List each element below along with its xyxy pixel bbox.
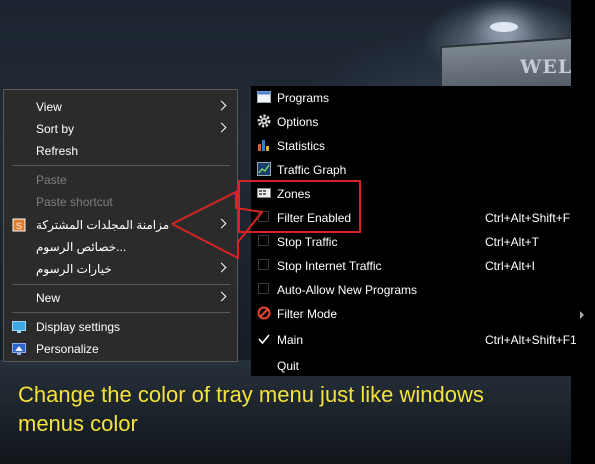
- tray-item-traffic-graph[interactable]: Traffic Graph: [251, 158, 590, 182]
- menu-item-refresh[interactable]: Refresh: [4, 140, 237, 162]
- tray-item-quit[interactable]: Quit: [251, 354, 590, 378]
- gear-icon: [257, 114, 271, 128]
- checkmark-icon: [257, 332, 271, 346]
- tray-item-statistics[interactable]: Statistics: [251, 134, 590, 158]
- prohibited-icon: [257, 306, 271, 320]
- tray-item-stop-internet-traffic[interactable]: Stop Internet Traffic Ctrl+Alt+I: [251, 254, 590, 278]
- menu-item-label: Sort by: [36, 122, 75, 136]
- menu-item-graphics-options[interactable]: خيارات الرسوم: [4, 258, 237, 280]
- submenu-arrow-icon: [580, 311, 584, 319]
- menu-item-paste: Paste: [4, 169, 237, 191]
- menu-item-label: خصائص الرسوم...: [36, 240, 127, 254]
- tray-item-label: Main: [277, 333, 304, 347]
- billboard-text: WEL: [520, 56, 573, 78]
- annotation-caption: Change the color of tray menu just like …: [18, 382, 484, 436]
- menu-item-new[interactable]: New: [4, 287, 237, 309]
- tray-item-label: Programs: [277, 91, 330, 105]
- menu-item-label: مزامنة المجلدات المشتركة: [36, 218, 170, 232]
- shortcut-text: Ctrl+Alt+Shift+F1: [485, 333, 577, 347]
- shortcut-text: Ctrl+Alt+T: [485, 235, 540, 249]
- shortcut-text: Ctrl+Alt+I: [485, 259, 536, 273]
- tray-item-label: Options: [277, 115, 319, 129]
- tray-item-label: Quit: [277, 359, 300, 373]
- menu-item-label: View: [36, 100, 62, 114]
- programs-window-icon: [257, 90, 271, 104]
- tray-item-label: Filter Mode: [277, 307, 338, 321]
- chevron-right-icon: [216, 122, 227, 133]
- tray-item-auto-allow[interactable]: Auto-Allow New Programs: [251, 278, 590, 302]
- menu-item-label: خيارات الرسوم: [36, 262, 112, 276]
- tray-item-label: Traffic Graph: [277, 163, 347, 177]
- menu-separator: [12, 284, 230, 285]
- menu-item-label: Display settings: [36, 320, 121, 334]
- menu-item-label: Paste shortcut: [36, 195, 113, 209]
- menu-separator: [12, 165, 230, 166]
- svg-text:S: S: [16, 221, 22, 231]
- bar-chart-icon: [257, 138, 271, 152]
- menu-item-view[interactable]: View: [4, 96, 237, 118]
- menu-separator: [12, 312, 230, 313]
- checkbox-unchecked[interactable]: [258, 259, 269, 270]
- menu-item-label: New: [36, 291, 61, 305]
- menu-item-graphics-properties[interactable]: خصائص الرسوم...: [4, 236, 237, 258]
- annotation-highlight-box: [238, 180, 361, 233]
- shortcut-text: Ctrl+Alt+Shift+F: [485, 211, 571, 225]
- checkbox-unchecked[interactable]: [258, 235, 269, 246]
- personalize-icon: [12, 342, 26, 356]
- tray-item-label: Statistics: [277, 139, 326, 153]
- menu-item-paste-shortcut: Paste shortcut: [4, 191, 237, 213]
- tray-item-programs[interactable]: Programs: [251, 86, 590, 110]
- tray-item-label: Stop Internet Traffic: [277, 259, 382, 273]
- sync-folder-icon: S: [12, 218, 26, 232]
- menu-item-label: Refresh: [36, 144, 79, 158]
- tray-item-label: Auto-Allow New Programs: [277, 283, 418, 297]
- menu-item-personalize[interactable]: Personalize: [4, 338, 237, 360]
- street-lamp: [490, 22, 518, 32]
- tray-item-stop-traffic[interactable]: Stop Traffic Ctrl+Alt+T: [251, 230, 590, 254]
- menu-item-label: Personalize: [36, 342, 99, 356]
- chevron-right-icon: [216, 262, 227, 273]
- menu-item-display-settings[interactable]: Display settings: [4, 316, 237, 338]
- checkbox-unchecked[interactable]: [258, 283, 269, 294]
- tray-item-label: Stop Traffic: [277, 235, 338, 249]
- desktop-context-menu: View Sort by Refresh Paste Paste shortcu…: [3, 89, 238, 362]
- graph-icon: [257, 162, 271, 176]
- display-settings-icon: [12, 320, 26, 334]
- menu-item-sync-shared-folders[interactable]: S مزامنة المجلدات المشتركة: [4, 214, 237, 236]
- chevron-right-icon: [216, 100, 227, 111]
- chevron-right-icon: [216, 218, 227, 229]
- tray-item-options[interactable]: Options: [251, 110, 590, 134]
- menu-item-sort-by[interactable]: Sort by: [4, 118, 237, 140]
- tray-item-main[interactable]: Main Ctrl+Alt+Shift+F1: [251, 328, 590, 352]
- menu-item-label: Paste: [36, 173, 67, 187]
- chevron-right-icon: [216, 291, 227, 302]
- tray-item-filter-mode[interactable]: Filter Mode: [251, 302, 590, 326]
